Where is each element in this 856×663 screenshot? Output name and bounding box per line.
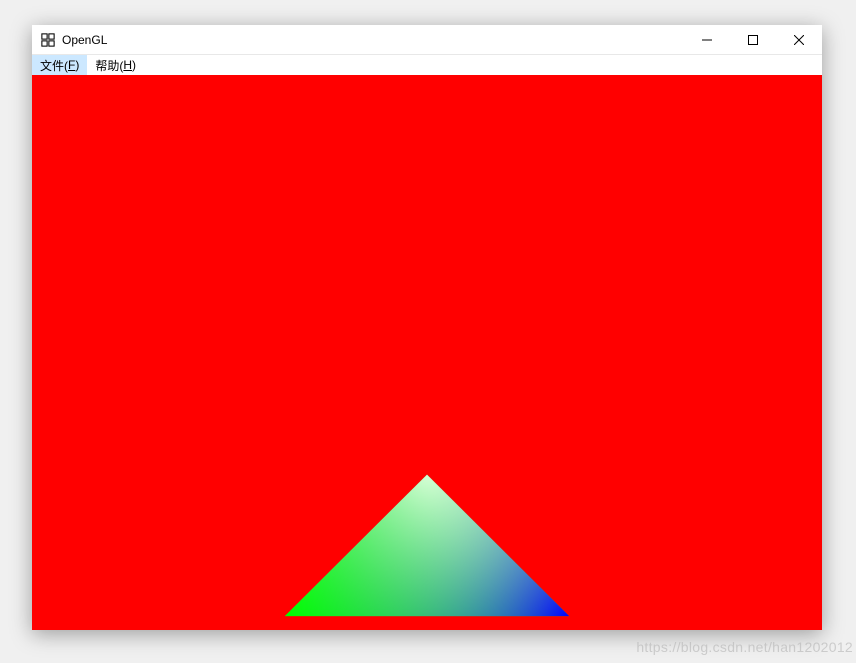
window-controls — [684, 25, 822, 54]
title-bar: OpenGL — [32, 25, 822, 55]
menu-help[interactable]: 帮助(H) — [87, 55, 144, 75]
menu-file-suffix: ) — [75, 58, 79, 72]
menu-help-mnemonic: H — [123, 58, 132, 72]
menu-file-prefix: 文件( — [40, 57, 68, 74]
menu-file[interactable]: 文件(F) — [32, 55, 87, 75]
app-icon — [40, 32, 56, 48]
watermark: https://blog.csdn.net/han1202012 — [636, 639, 853, 655]
menu-help-prefix: 帮助( — [95, 57, 123, 74]
close-button[interactable] — [776, 25, 822, 54]
menu-bar: 文件(F) 帮助(H) — [32, 55, 822, 75]
maximize-button[interactable] — [730, 25, 776, 54]
triangle-render — [32, 75, 822, 630]
window-container: OpenGL 文件(F) 帮助(H) — [32, 25, 822, 630]
title-left: OpenGL — [40, 32, 107, 48]
minimize-button[interactable] — [684, 25, 730, 54]
menu-file-mnemonic: F — [68, 58, 75, 72]
window-title: OpenGL — [62, 33, 107, 47]
opengl-canvas — [32, 75, 822, 630]
menu-help-suffix: ) — [132, 58, 136, 72]
